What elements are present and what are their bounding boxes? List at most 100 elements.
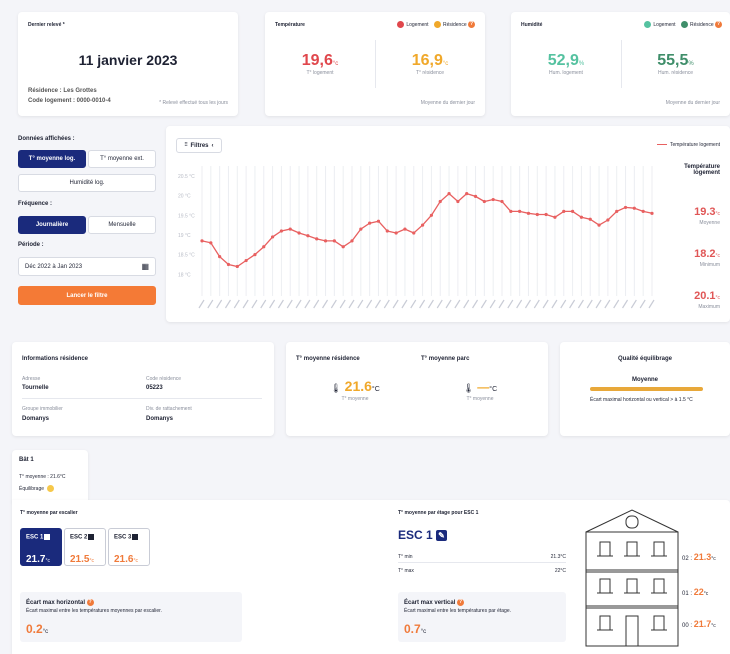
- data-point[interactable]: [279, 229, 284, 233]
- esc-1-button[interactable]: ESC 1 21.7°c: [20, 528, 62, 566]
- data-point[interactable]: [623, 205, 628, 210]
- data-point[interactable]: [332, 239, 336, 243]
- data-point[interactable]: [606, 218, 610, 222]
- code-res-label: Code résidence: [146, 376, 182, 382]
- data-point[interactable]: [500, 199, 504, 204]
- data-point[interactable]: [385, 229, 389, 233]
- periode-label: Période :: [18, 242, 44, 248]
- quality-bar: [590, 387, 703, 391]
- data-point[interactable]: [456, 199, 460, 204]
- data-point[interactable]: [473, 194, 478, 198]
- x-tick-label: [427, 299, 434, 309]
- legend-dot-residence: [680, 21, 688, 28]
- data-point[interactable]: [553, 215, 557, 219]
- data-point[interactable]: [253, 253, 257, 257]
- data-point[interactable]: [465, 192, 469, 196]
- data-point[interactable]: [438, 199, 442, 204]
- data-point[interactable]: [526, 211, 531, 215]
- data-point[interactable]: [226, 262, 231, 267]
- hum-residence-value: 55,5: [657, 52, 689, 69]
- min-stat: 18.2°c Minimum: [660, 244, 720, 268]
- data-point[interactable]: [579, 215, 584, 219]
- launch-filter-button[interactable]: Lancer le filtre: [18, 286, 156, 305]
- data-point[interactable]: [570, 209, 575, 213]
- series-line: [201, 192, 653, 268]
- tmoy-ext-button[interactable]: T° moyenne ext.: [88, 150, 156, 168]
- data-point[interactable]: [218, 255, 222, 259]
- data-point[interactable]: [429, 213, 434, 217]
- data-point[interactable]: [262, 245, 266, 249]
- building-tab[interactable]: Bât 1 T° moyenne : 21.6°C Équilibrage: [12, 450, 88, 502]
- temp-footer: Moyenne du dernier jour: [420, 100, 475, 106]
- tmoy-log-button[interactable]: T° moyenne log.: [18, 150, 86, 168]
- data-point[interactable]: [412, 231, 416, 235]
- help-icon[interactable]: ?: [468, 21, 475, 28]
- esc-2-button[interactable]: ESC 2 21.5°c: [64, 528, 106, 566]
- building-title: Bât 1: [19, 457, 34, 463]
- help-icon[interactable]: ?: [715, 21, 722, 28]
- edit-icon: [88, 534, 95, 540]
- data-point[interactable]: [491, 197, 495, 202]
- data-point[interactable]: [615, 209, 619, 213]
- data-point[interactable]: [420, 223, 425, 227]
- humidite-button[interactable]: Humidité log.: [18, 174, 156, 192]
- period-select[interactable]: Déc 2022 à Jan 2023 ▦: [18, 257, 156, 276]
- avg-res-block: 🌡 21.6°C T° moyenne: [296, 378, 414, 402]
- x-tick-label: [454, 299, 461, 309]
- data-point[interactable]: [509, 209, 513, 213]
- data-point[interactable]: [597, 223, 601, 227]
- edit-icon[interactable]: ✎: [436, 530, 448, 542]
- data-point[interactable]: [447, 192, 451, 196]
- data-point[interactable]: [562, 209, 566, 213]
- escaliers-title: T° moyenne par escalier: [20, 510, 78, 516]
- x-tick-label: [630, 299, 637, 309]
- help-icon[interactable]: ?: [86, 599, 94, 606]
- legend-logement: Logement: [653, 21, 676, 28]
- data-point[interactable]: [244, 258, 248, 263]
- data-point[interactable]: [297, 231, 301, 235]
- data-point[interactable]: [350, 239, 354, 243]
- data-point[interactable]: [632, 206, 636, 210]
- x-tick-label: [357, 299, 364, 309]
- data-point[interactable]: [359, 227, 363, 231]
- x-tick-label: [260, 299, 267, 309]
- chart-legend-label: Température logement: [669, 142, 720, 148]
- data-point[interactable]: [288, 227, 292, 231]
- data-point[interactable]: [588, 217, 592, 221]
- data-point[interactable]: [544, 212, 548, 217]
- data-point[interactable]: [323, 239, 328, 243]
- x-tick-label: [224, 299, 231, 309]
- floor-02: 02 : 21.3°c: [682, 552, 716, 562]
- legend-dot-logement: [397, 21, 405, 28]
- data-point[interactable]: [535, 212, 539, 217]
- ecart-h-desc: Écart maximal entre les températures moy…: [26, 608, 162, 614]
- esc-3-button[interactable]: ESC 3 21.6°c: [108, 528, 150, 566]
- floor-label: 02 :: [682, 556, 693, 562]
- data-point[interactable]: [368, 221, 372, 225]
- floor-value: 21.3: [693, 552, 712, 562]
- journaliere-button[interactable]: Journalière: [18, 216, 86, 234]
- data-point[interactable]: [403, 227, 407, 231]
- data-point[interactable]: [641, 209, 645, 213]
- tmax-value: 22°C: [554, 568, 566, 574]
- data-point[interactable]: [315, 237, 319, 241]
- x-tick-label: [374, 299, 381, 309]
- data-point[interactable]: [341, 245, 345, 249]
- quality-title: Qualité équilibrage: [617, 356, 672, 362]
- mensuelle-button[interactable]: Mensuelle: [88, 216, 156, 234]
- ecart-v-title: Écart max vertical: [404, 600, 456, 607]
- data-point[interactable]: [270, 235, 275, 239]
- data-point[interactable]: [482, 199, 486, 204]
- data-point[interactable]: [394, 231, 398, 235]
- help-icon[interactable]: ?: [457, 599, 465, 606]
- info-title: Informations résidence: [22, 356, 89, 362]
- data-point[interactable]: [650, 211, 654, 215]
- data-point[interactable]: [518, 209, 522, 213]
- data-point[interactable]: [376, 219, 381, 223]
- x-tick-label: [551, 299, 558, 309]
- data-point[interactable]: [235, 264, 239, 269]
- data-point[interactable]: [209, 241, 213, 245]
- divider: [22, 398, 262, 399]
- data-point[interactable]: [306, 234, 310, 238]
- data-point[interactable]: [200, 239, 204, 243]
